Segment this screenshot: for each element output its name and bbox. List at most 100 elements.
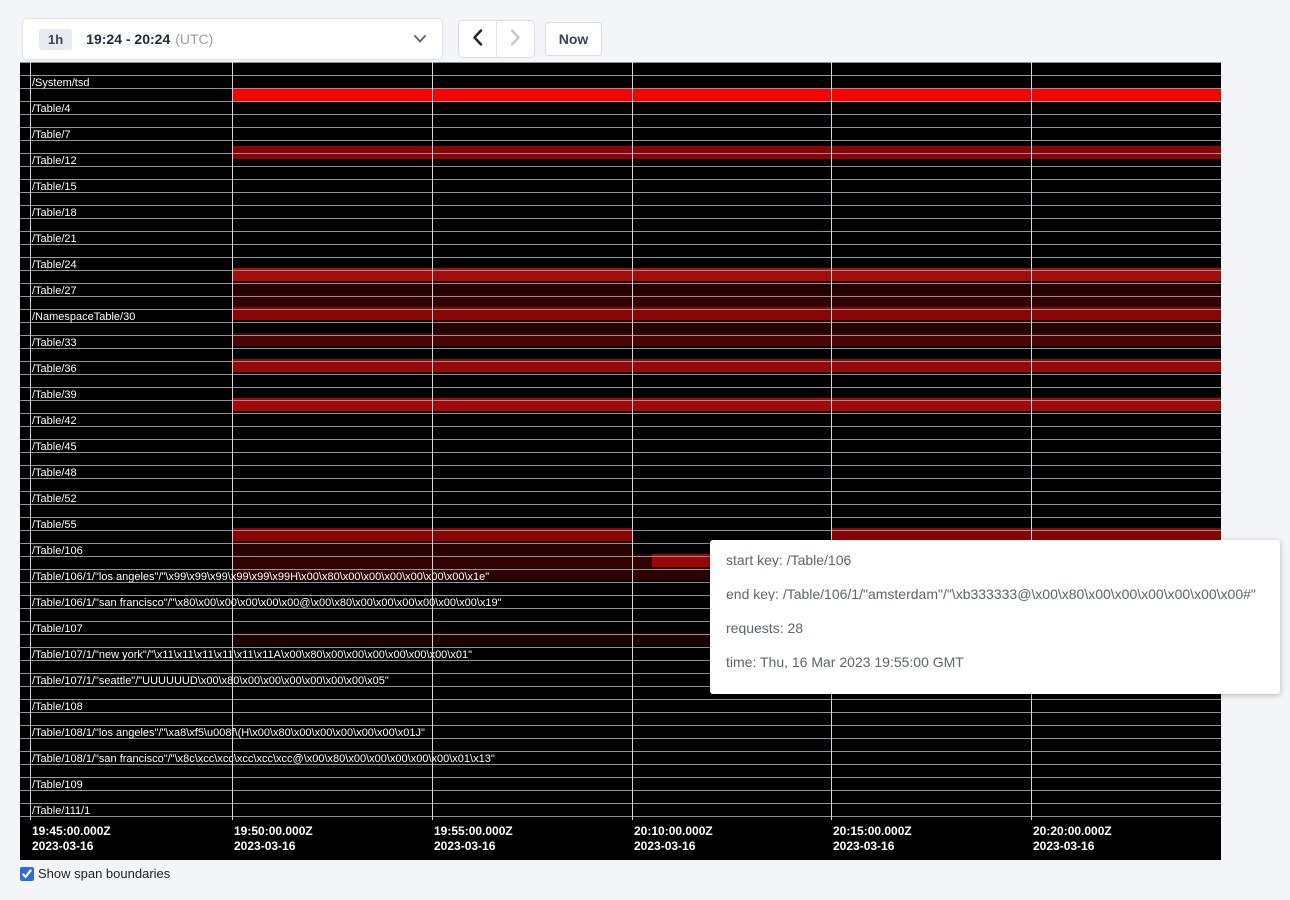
x-axis-tick-time: 19:50:00.000Z (234, 824, 313, 839)
span-boundary-line (20, 335, 1221, 336)
time-range-text: 19:24 - 20:24 (86, 31, 170, 47)
next-range-button[interactable] (496, 21, 534, 57)
span-boundary-line (20, 192, 1221, 193)
row-label: /Table/108 (32, 702, 83, 713)
row-label: /Table/106/1/"san francisco"/"\x80\x00\x… (32, 598, 502, 609)
x-axis-tick-date: 2023-03-16 (1033, 839, 1112, 854)
row-label: /Table/45 (32, 442, 77, 453)
span-boundary-line (20, 491, 1221, 492)
span-boundary-line (20, 504, 1221, 505)
span-boundary-line (20, 257, 1221, 258)
span-boundary-line (20, 62, 1221, 63)
tooltip-requests: requests: 28 (726, 621, 1264, 635)
span-boundary-line (20, 88, 1221, 89)
span-boundary-line (20, 816, 1221, 817)
row-label: /Table/109 (32, 780, 83, 791)
now-button[interactable]: Now (545, 22, 602, 56)
time-gridline (831, 62, 832, 820)
x-axis-tick-time: 20:20:00.000Z (1033, 824, 1112, 839)
chevron-down-icon (414, 35, 426, 43)
row-label: /Table/36 (32, 364, 77, 375)
x-axis-tick-time: 20:10:00.000Z (634, 824, 713, 839)
span-boundary-line (20, 153, 1221, 154)
show-span-boundaries-label: Show span boundaries (38, 866, 170, 881)
x-axis-tick-date: 2023-03-16 (434, 839, 513, 854)
span-boundary-line (20, 413, 1221, 414)
span-boundary-line (20, 296, 1221, 297)
x-axis-tick: 19:45:00.000Z2023-03-16 (32, 824, 111, 854)
span-boundary-line (20, 101, 1221, 102)
prev-range-button[interactable] (459, 21, 496, 57)
key-visualizer-canvas[interactable]: /System/tsd/Table/4/Table/7/Table/12/Tab… (20, 62, 1221, 860)
span-boundary-line (20, 426, 1221, 427)
span-boundary-line (20, 452, 1221, 453)
row-label: /Table/107 (32, 624, 83, 635)
x-axis-tick: 19:50:00.000Z2023-03-16 (234, 824, 313, 854)
span-boundary-line (20, 725, 1221, 726)
span-boundary-line (20, 244, 1221, 245)
span-boundary-line (20, 322, 1221, 323)
x-axis-tick-date: 2023-03-16 (234, 839, 313, 854)
x-axis-tick-time: 19:55:00.000Z (434, 824, 513, 839)
time-gridline (432, 62, 433, 820)
time-gridline (632, 62, 633, 820)
row-label: /Table/27 (32, 286, 77, 297)
span-boundary-line (20, 283, 1221, 284)
row-label: /Table/106 (32, 546, 83, 557)
time-gridline (1031, 62, 1032, 820)
span-boundary-line (20, 75, 1221, 76)
time-gridline (232, 62, 233, 820)
row-label: /Table/42 (32, 416, 77, 427)
x-axis-tick: 20:10:00.000Z2023-03-16 (634, 824, 713, 854)
span-boundary-line (20, 712, 1221, 713)
row-label: /Table/108/1/"san francisco"/"\x8c\xcc\x… (32, 754, 495, 765)
span-boundary-line (20, 127, 1221, 128)
row-label: /Table/21 (32, 234, 77, 245)
row-label: /Table/33 (32, 338, 77, 349)
tooltip-time: time: Thu, 16 Mar 2023 19:55:00 GMT (726, 655, 1264, 669)
x-axis-tick-time: 20:15:00.000Z (833, 824, 912, 839)
row-label: /NamespaceTable/30 (32, 312, 135, 323)
row-label: /System/tsd (32, 78, 89, 89)
time-range-timezone: (UTC) (175, 31, 213, 47)
heat-band (232, 88, 1221, 101)
show-span-boundaries-checkbox[interactable] (20, 867, 34, 881)
x-axis-tick-time: 19:45:00.000Z (32, 824, 111, 839)
row-label: /Table/4 (32, 104, 71, 115)
row-label: /Table/108/1/"los angeles"/"\xa8\xf5\u00… (32, 728, 425, 739)
span-boundary-line (20, 179, 1221, 180)
time-range-nav-group (458, 20, 535, 58)
span-boundary-line (20, 803, 1221, 804)
row-label: /Table/12 (32, 156, 77, 167)
time-range-selector[interactable]: 1h 19:24 - 20:24 (UTC) (22, 18, 443, 60)
span-boundary-line (20, 777, 1221, 778)
span-boundary-line (20, 270, 1221, 271)
x-axis-tick: 20:20:00.000Z2023-03-16 (1033, 824, 1112, 854)
x-axis-tick-date: 2023-03-16 (634, 839, 713, 854)
show-span-boundaries-row: Show span boundaries (20, 866, 170, 881)
span-boundary-line (20, 400, 1221, 401)
span-boundary-line (20, 309, 1221, 310)
row-label: /Table/39 (32, 390, 77, 401)
row-label: /Table/48 (32, 468, 77, 479)
span-boundary-line (20, 478, 1221, 479)
span-boundary-line (20, 699, 1221, 700)
row-label: /Table/106/1/"los angeles"/"\x99\x99\x99… (32, 572, 489, 583)
row-label: /Table/55 (32, 520, 77, 531)
row-label: /Table/7 (32, 130, 71, 141)
span-boundary-line (20, 231, 1221, 232)
x-axis-tick: 20:15:00.000Z2023-03-16 (833, 824, 912, 854)
row-label: /Table/107/1/"new york"/"\x11\x11\x11\x1… (32, 650, 472, 661)
chevron-right-icon (510, 29, 521, 49)
x-axis-tick-date: 2023-03-16 (32, 839, 111, 854)
x-axis-tick-date: 2023-03-16 (833, 839, 912, 854)
span-boundary-line (20, 790, 1221, 791)
span-boundary-line (20, 218, 1221, 219)
span-boundary-line (20, 374, 1221, 375)
span-boundary-line (20, 387, 1221, 388)
row-label: /Table/111/1 (32, 806, 90, 817)
tooltip-start-key: start key: /Table/106 (726, 553, 1264, 567)
row-label: /Table/15 (32, 182, 77, 193)
span-boundary-line (20, 140, 1221, 141)
span-boundary-line (20, 205, 1221, 206)
